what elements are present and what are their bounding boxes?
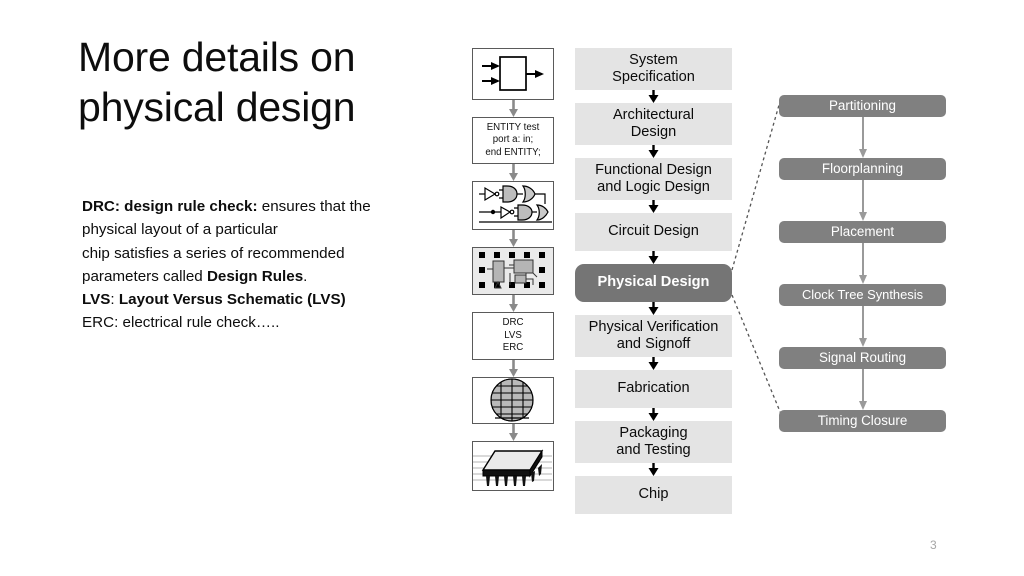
flow-arrow-icon xyxy=(647,463,659,476)
substep-label: Clock Tree Synthesis xyxy=(801,286,924,302)
flow-arrow-icon xyxy=(858,117,868,158)
flow-arrow-icon xyxy=(647,145,659,158)
lvs-sep: : xyxy=(110,291,119,308)
flow-arrow-icon xyxy=(858,243,868,284)
step-architectural-design[interactable]: Architectural Design xyxy=(575,103,732,145)
verification-checks-icon: DRC LVS ERC xyxy=(472,312,554,360)
drc-desc: ensures that the xyxy=(257,198,371,215)
substep-partitioning[interactable]: Partitioning xyxy=(779,95,946,117)
hdl-line-1: ENTITY test xyxy=(486,121,540,133)
lvs-expansion: Layout Versus Schematic (LVS) xyxy=(118,291,346,308)
flow-arrow-icon xyxy=(858,369,868,410)
flow-arrow-icon xyxy=(647,200,659,213)
drc-term: DRC: design rule check: xyxy=(82,198,258,215)
flow-arrow-icon xyxy=(647,357,659,370)
substep-label: Signal Routing xyxy=(818,350,907,366)
flow-arrow-icon xyxy=(647,90,659,103)
step-line-1: Physical Verification xyxy=(588,318,719,335)
substep-signal-routing[interactable]: Signal Routing xyxy=(779,347,946,369)
substep-label: Partitioning xyxy=(829,98,896,114)
logic-gates-icon xyxy=(472,181,554,230)
substep-placement[interactable]: Placement xyxy=(779,221,946,243)
step-line-1: Functional Design xyxy=(595,161,712,178)
check-drc: DRC xyxy=(502,317,524,329)
step-physical-design[interactable]: Physical Design xyxy=(575,264,732,302)
flow-arrow-icon xyxy=(647,302,659,315)
flow-arrow-icon xyxy=(647,408,659,421)
step-circuit-design[interactable]: Circuit Design xyxy=(575,213,732,251)
hdl-code-icon: ENTITY test port a: in; end ENTITY; xyxy=(472,117,554,164)
flow-arrow-icon xyxy=(509,424,518,441)
step-line-2: Design xyxy=(630,124,677,140)
substep-clock-tree-synthesis[interactable]: Clock Tree Synthesis xyxy=(779,284,946,306)
lvs-term: LVS xyxy=(82,291,111,308)
flow-arrow-icon xyxy=(858,180,868,221)
step-line-2: and Logic Design xyxy=(597,179,710,195)
flow-arrow-icon xyxy=(858,306,868,347)
substep-label: Placement xyxy=(830,224,895,240)
flow-arrow-icon xyxy=(509,164,518,181)
step-line-1: Fabrication xyxy=(617,380,690,397)
step-line-2: and Testing xyxy=(616,442,691,458)
page-number: 3 xyxy=(930,538,937,552)
flow-arrow-icon xyxy=(509,230,518,247)
check-erc: ERC xyxy=(502,342,524,354)
step-packaging-and-testing[interactable]: Packaging and Testing xyxy=(575,421,732,463)
step-line-1: Physical Design xyxy=(597,274,710,291)
body-line-3: chip satisfies a series of recommended xyxy=(82,244,345,262)
flow-arrow-icon xyxy=(509,100,518,117)
step-functional-and-logic-design[interactable]: Functional Design and Logic Design xyxy=(575,158,732,200)
body-line-4-pre: parameters called xyxy=(82,267,207,285)
step-chip[interactable]: Chip xyxy=(575,476,732,514)
substep-label: Timing Closure xyxy=(817,413,908,429)
body-paragraph: DRC: design rule check: ensures that the… xyxy=(82,195,432,335)
packaged-chip-icon xyxy=(472,441,554,491)
step-line-1: System xyxy=(629,51,678,68)
substep-label: Floorplanning xyxy=(821,161,904,177)
page-title: More details on physical design xyxy=(78,34,356,131)
step-system-specification[interactable]: System Specification xyxy=(575,48,732,90)
chip-layout-icon xyxy=(472,247,554,295)
step-line-2: Specification xyxy=(612,69,695,85)
erc-line: ERC: electrical rule check….. xyxy=(82,314,280,332)
check-lvs: LVS xyxy=(504,329,522,341)
step-line-1: Architectural xyxy=(612,106,695,123)
substep-floorplanning[interactable]: Floorplanning xyxy=(779,158,946,180)
substep-timing-closure[interactable]: Timing Closure xyxy=(779,410,946,432)
flow-arrow-icon xyxy=(647,251,659,264)
step-physical-verification-and-signoff[interactable]: Physical Verification and Signoff xyxy=(575,315,732,357)
body-line-4-post: . xyxy=(303,267,308,285)
step-fabrication[interactable]: Fabrication xyxy=(575,370,732,408)
block-diagram-icon xyxy=(472,48,554,100)
slide-canvas: More details on physical design DRC: des… xyxy=(0,0,1024,576)
step-line-1: Chip xyxy=(638,486,669,503)
step-line-1: Circuit Design xyxy=(608,223,699,240)
flow-arrow-icon xyxy=(509,360,518,377)
design-rules-term: Design Rules xyxy=(206,267,304,285)
flow-arrow-icon xyxy=(509,295,518,312)
step-line-1: Packaging xyxy=(619,424,688,441)
hdl-line-2: port a: in; xyxy=(492,134,534,146)
wafer-icon xyxy=(472,377,554,424)
hdl-line-3: end ENTITY; xyxy=(485,146,541,158)
body-line-2: physical layout of a particular xyxy=(82,221,278,239)
step-line-2: and Signoff xyxy=(616,336,691,352)
